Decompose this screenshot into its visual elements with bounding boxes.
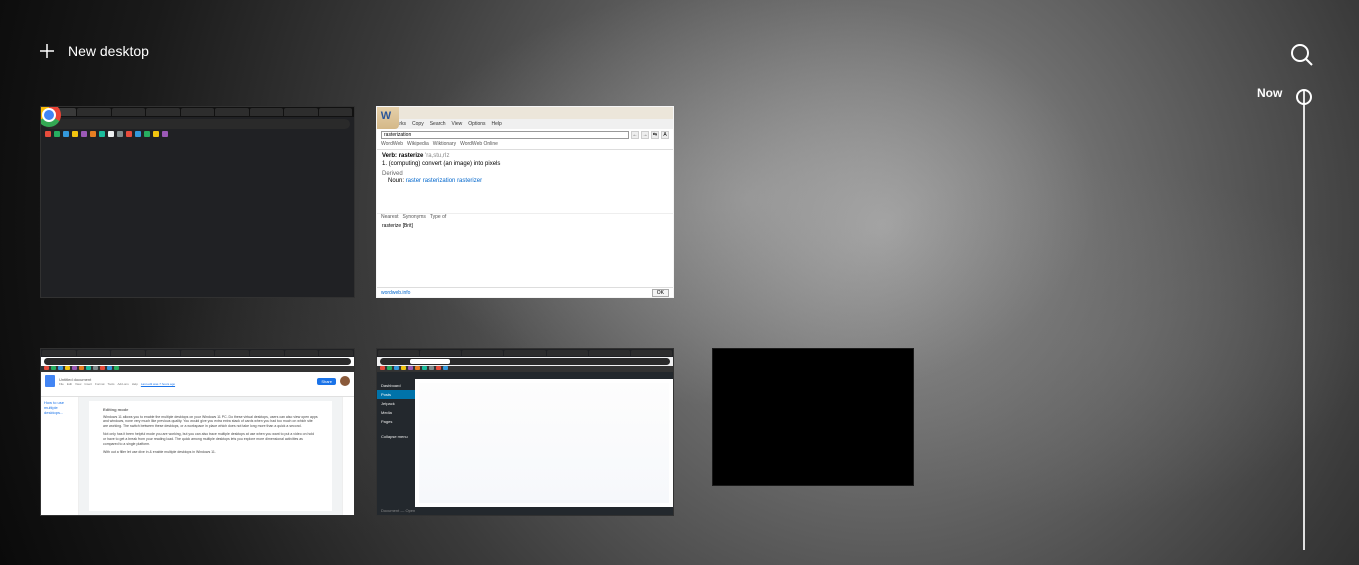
timeline-now-label: Now bbox=[1257, 86, 1282, 100]
window-thumbnail-wordweb[interactable]: W Bookmarks Copy Search View Options Hel… bbox=[376, 106, 674, 298]
chrome-window-preview bbox=[41, 107, 354, 297]
tab-strip bbox=[41, 107, 354, 117]
avatar bbox=[340, 376, 350, 386]
font-icon: A bbox=[661, 131, 669, 139]
docs-icon bbox=[45, 375, 55, 387]
bookmarks-bar bbox=[41, 131, 354, 139]
search-icon bbox=[1289, 42, 1315, 68]
search-input bbox=[381, 131, 629, 139]
chrome-icon bbox=[40, 106, 61, 127]
menu-bar: Bookmarks Copy Search View Options Help bbox=[377, 119, 673, 129]
forward-icon: → bbox=[641, 131, 649, 139]
plus-icon bbox=[38, 42, 56, 60]
address-bar bbox=[45, 119, 350, 129]
timeline-track[interactable]: Now bbox=[1303, 90, 1305, 550]
outline-link: How to use multiple desktops... bbox=[44, 400, 75, 415]
wordweb-site-link: wordweb.info bbox=[381, 290, 410, 296]
window-thumbnail-idm[interactable]: Internet Download Ma... bbox=[712, 348, 914, 486]
cross-ref-icon: ⇆ bbox=[651, 131, 659, 139]
window-thumbnail-chrome-wp[interactable]: Dashboard Posts Jetpack Media Pages Coll… bbox=[376, 348, 674, 516]
gdocs-window-preview: Untitled document FileEdit ViewInsert Fo… bbox=[41, 349, 354, 515]
wp-window-preview: Dashboard Posts Jetpack Media Pages Coll… bbox=[377, 349, 673, 515]
wordweb-window-preview: Bookmarks Copy Search View Options Help … bbox=[377, 107, 673, 297]
timeline-search-button[interactable] bbox=[1289, 42, 1317, 70]
back-icon: ← bbox=[631, 131, 639, 139]
wordweb-icon: W bbox=[376, 106, 399, 129]
wp-sidebar: Dashboard Posts Jetpack Media Pages Coll… bbox=[377, 379, 415, 507]
window-thumbnail-chrome-1[interactable] bbox=[40, 106, 355, 298]
new-desktop-button[interactable]: New desktop bbox=[38, 42, 149, 60]
ok-button: OK bbox=[652, 289, 669, 297]
new-desktop-label: New desktop bbox=[68, 43, 149, 59]
timeline-now-node[interactable] bbox=[1296, 89, 1312, 105]
share-button: Share bbox=[317, 378, 336, 385]
window-thumbnail-chrome-docs[interactable]: Home / Twitter - Google Chrome Untitled … bbox=[40, 348, 355, 516]
